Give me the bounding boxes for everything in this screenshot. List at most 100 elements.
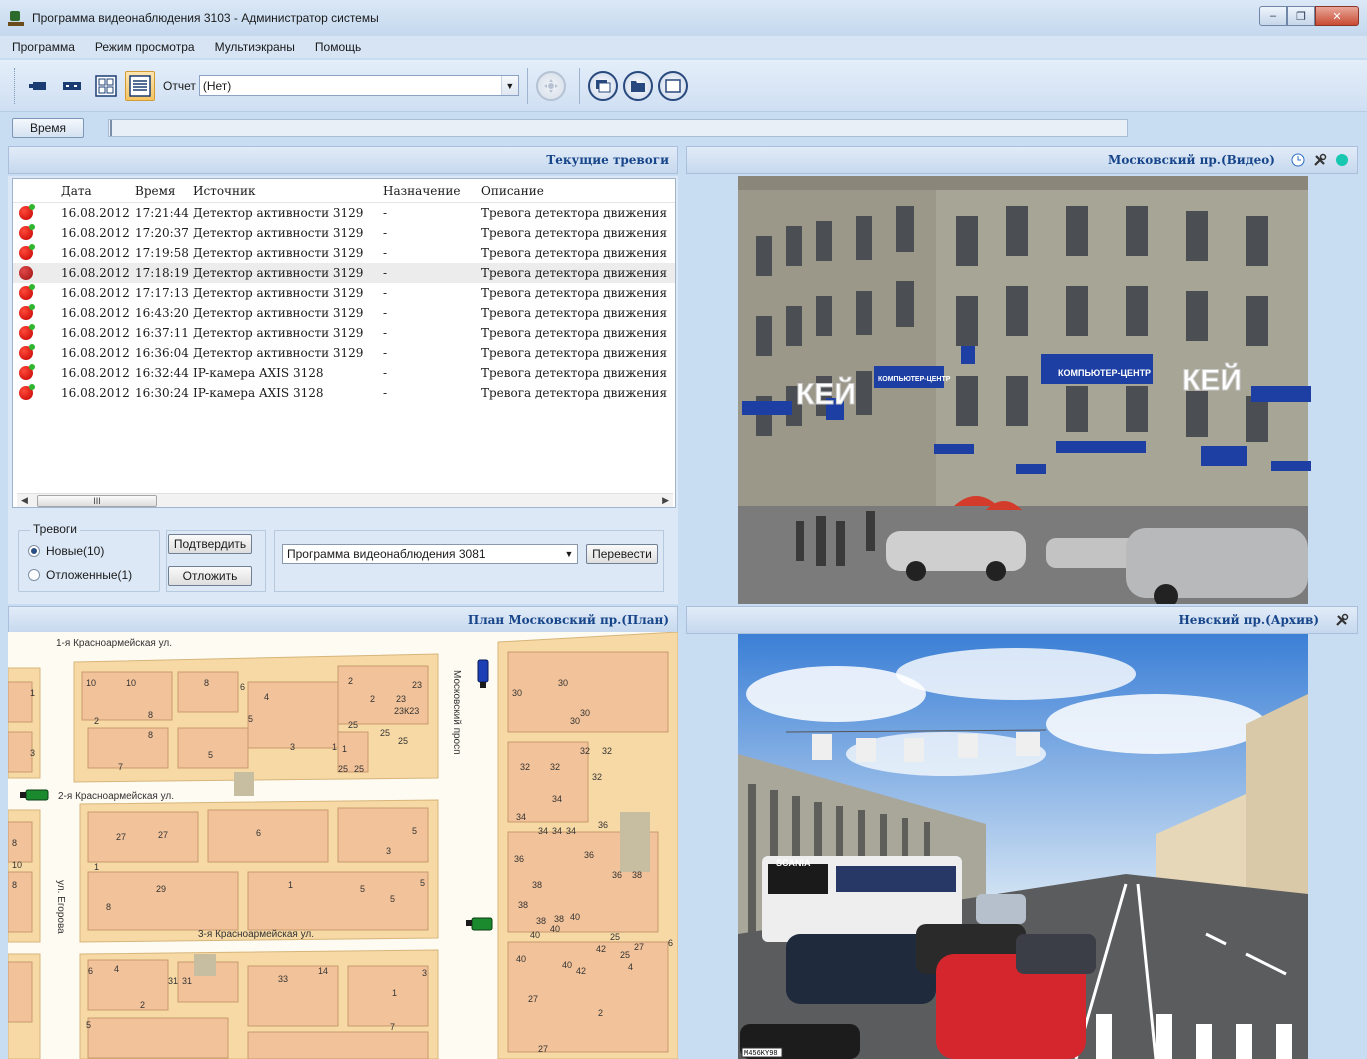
column-destination[interactable]: Назначение xyxy=(381,184,479,198)
video1-viewport[interactable]: КОМПЬЮТЕР-ЦЕНТР КЕЙ КЕЙ КОМПЬЮТЕР-ЦЕНТР xyxy=(686,176,1358,604)
settings-tools-icon[interactable] xyxy=(1313,153,1327,167)
house-number: 6 xyxy=(240,682,245,692)
cell-date: 16.08.2012 xyxy=(61,286,130,300)
alarm-status-icon xyxy=(19,384,35,400)
street-label: 3-я Красноармейская ул. xyxy=(198,929,314,940)
radio-unchecked-icon[interactable] xyxy=(28,569,40,581)
house-number: 1 xyxy=(288,880,293,890)
column-date[interactable]: Дата xyxy=(59,184,133,198)
menu-view-mode[interactable]: Режим просмотра xyxy=(95,40,195,54)
house-number: 5 xyxy=(208,750,213,760)
toolbar-grip[interactable] xyxy=(14,67,17,104)
ptz-control-icon[interactable] xyxy=(535,70,566,101)
timeline-cursor[interactable] xyxy=(110,120,112,136)
house-number: 2 xyxy=(140,1000,145,1010)
radio-checked-icon[interactable] xyxy=(28,545,40,557)
scroll-left-icon[interactable]: ◀ xyxy=(21,495,28,506)
archive-panel-header: Невский пр.(Архив) xyxy=(686,606,1358,634)
cell-date: 16.08.2012 xyxy=(61,366,130,380)
house-number: 25 xyxy=(610,932,620,942)
table-row[interactable]: 16.08.2012 16:43:20 Детектор активности 31… xyxy=(13,303,675,323)
table-row-selected[interactable]: 16.08.2012 17:18:19 Детектор активности 31… xyxy=(13,263,675,283)
alarm-filter-group xyxy=(18,530,160,592)
transfer-button[interactable]: Перевести xyxy=(586,544,658,564)
alarm-status-icon xyxy=(19,204,35,220)
table-row[interactable]: 16.08.2012 17:20:37 Детектор активности 31… xyxy=(13,223,675,243)
filter-postponed-radio[interactable]: Отложенные(1) xyxy=(28,568,132,582)
house-number: 6 xyxy=(668,938,673,948)
confirm-button[interactable]: Подтвердить xyxy=(168,534,252,554)
menu-multiscreens[interactable]: Мультиэкраны xyxy=(215,40,295,54)
table-row[interactable]: 16.08.2012 16:37:11 Детектор активности 31… xyxy=(13,323,675,343)
cell-date: 16.08.2012 xyxy=(61,206,130,220)
house-number: 36 xyxy=(584,850,594,860)
alarms-table: Дата Время Источник Назначение Описание … xyxy=(12,178,676,508)
house-number: 2 xyxy=(598,1008,603,1018)
dual-view-icon[interactable] xyxy=(57,71,87,101)
video1-panel-title: Московский пр.(Видео) xyxy=(1108,153,1275,167)
table-row[interactable]: 16.08.2012 16:36:04 Детектор активности 31… xyxy=(13,343,675,363)
table-row[interactable]: 16.08.2012 17:19:58 Детектор активности 31… xyxy=(13,243,675,263)
cell-time: 16:43:20 xyxy=(135,306,189,320)
cell-destination: - xyxy=(383,226,388,240)
single-window-icon[interactable] xyxy=(657,70,688,101)
column-time[interactable]: Время xyxy=(133,184,191,198)
house-number: 8 xyxy=(106,902,111,912)
house-number: 1 xyxy=(332,742,337,752)
chevron-down-icon[interactable]: ▼ xyxy=(561,549,577,559)
list-view-icon[interactable] xyxy=(125,70,155,101)
time-button[interactable]: Время xyxy=(12,118,84,138)
table-row[interactable]: 16.08.2012 17:21:44 Детектор активности 31… xyxy=(13,203,675,223)
cell-destination: - xyxy=(383,246,388,260)
menu-program[interactable]: Программа xyxy=(12,40,75,54)
house-number: 27 xyxy=(158,830,168,840)
timeline-slider[interactable] xyxy=(108,119,1128,137)
column-description[interactable]: Описание xyxy=(479,184,669,198)
plan-map[interactable]: 1-я Красноармейская ул. 2-я Красноармейс… xyxy=(8,632,678,1059)
status-online-icon xyxy=(1335,153,1349,167)
table-row[interactable]: 16.08.2012 17:17:13 Детектор активности 31… xyxy=(13,283,675,303)
window-title: Программа видеонаблюдения 3103 - Админис… xyxy=(32,11,379,25)
house-number: 36 xyxy=(514,854,524,864)
horizontal-scrollbar[interactable]: ◀ III ▶ xyxy=(17,493,673,507)
camera-icon[interactable] xyxy=(23,71,53,101)
house-number: 7 xyxy=(390,1022,395,1032)
postpone-button[interactable]: Отложить xyxy=(168,566,252,586)
clock-icon[interactable] xyxy=(1291,153,1305,167)
column-source[interactable]: Источник xyxy=(191,184,381,198)
house-number: 25 xyxy=(380,728,390,738)
video1-sign-text: КОМПЬЮТЕР-ЦЕНТР xyxy=(878,376,951,383)
menu-help[interactable]: Помощь xyxy=(315,40,361,54)
house-number: 30 xyxy=(570,716,580,726)
house-number: 7 xyxy=(118,762,123,772)
chevron-down-icon[interactable]: ▼ xyxy=(500,76,518,95)
cell-description: Тревога детектора движения xyxy=(481,306,668,320)
cell-description: Тревога детектора движения xyxy=(481,326,668,340)
alarms-panel-header: Текущие тревоги xyxy=(8,146,678,174)
table-row[interactable]: 16.08.2012 16:32:44 IP-камера AXIS 3128 - Тр… xyxy=(13,363,675,383)
scrollbar-thumb[interactable]: III xyxy=(37,495,157,507)
cell-destination: - xyxy=(383,386,388,400)
report-select[interactable]: (Нет) ▼ xyxy=(198,75,519,96)
filter-new-radio[interactable]: Новые(10) xyxy=(28,544,104,558)
filter-new-label: Новые(10) xyxy=(46,544,105,558)
scroll-right-icon[interactable]: ▶ xyxy=(662,495,669,506)
maximize-button[interactable]: ❐ xyxy=(1287,6,1315,26)
multi-window-icon[interactable] xyxy=(587,70,618,101)
settings-tools-icon[interactable] xyxy=(1335,613,1349,627)
close-button[interactable]: ✕ xyxy=(1315,6,1359,26)
house-number: 3 xyxy=(30,748,35,758)
folder-window-icon[interactable] xyxy=(622,70,653,101)
house-number: 3 xyxy=(386,846,391,856)
target-program-select[interactable]: Программа видеонаблюдения 3081 ▼ xyxy=(282,544,578,564)
cell-time: 17:18:19 xyxy=(135,266,189,280)
archive-viewport[interactable]: SCANIA M456KY98 xyxy=(686,634,1358,1059)
plan-panel-title: План Московский пр.(План) xyxy=(467,613,669,627)
minimize-button[interactable]: ‒ xyxy=(1259,6,1287,26)
house-number: 42 xyxy=(576,966,586,976)
table-row[interactable]: 16.08.2012 16:30:24 IP-камера AXIS 3128 - Тр… xyxy=(13,383,675,403)
house-number: 23 xyxy=(396,694,406,704)
grid-layout-icon[interactable] xyxy=(91,71,121,101)
video1-frame: КОМПЬЮТЕР-ЦЕНТР КЕЙ КЕЙ КОМПЬЮТЕР-ЦЕНТР xyxy=(738,176,1311,604)
street-label: 2-я Красноармейская ул. xyxy=(58,791,174,802)
